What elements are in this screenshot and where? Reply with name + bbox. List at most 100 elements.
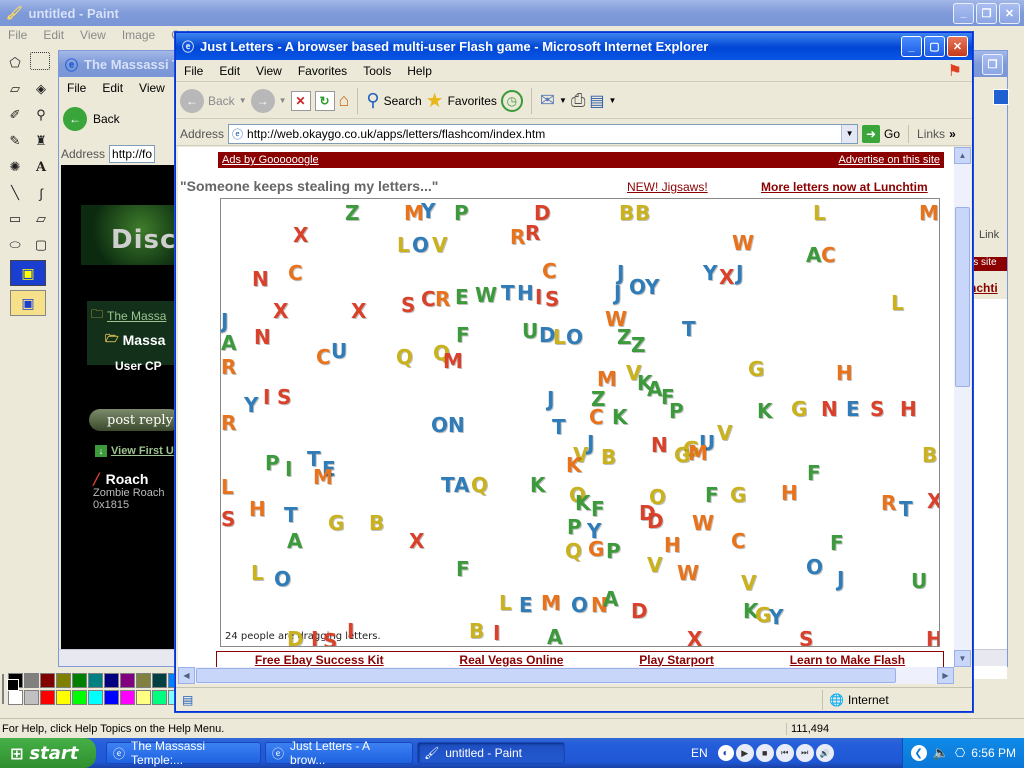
mail-icon[interactable]: ✉ [540,90,555,111]
draggable-letter[interactable]: Z [345,201,359,225]
palette-swatch[interactable] [88,689,103,705]
task-massassi[interactable]: ⓔ The Massassi Temple:... [106,739,261,767]
draggable-letter[interactable]: Y [769,605,784,629]
current-colors[interactable] [2,674,19,704]
right-lunchtime-link[interactable]: nchti [969,281,998,295]
draggable-letter[interactable]: O [566,325,583,349]
start-button[interactable]: ⊞ start [0,738,96,768]
draggable-letter[interactable]: H [664,533,681,557]
draggable-letter[interactable]: D [647,509,664,533]
draggable-letter[interactable]: L [553,325,566,349]
ie-menu-edit[interactable]: Edit [211,64,248,78]
draggable-letter[interactable]: A [287,529,303,553]
user-name[interactable]: Roach [106,471,149,487]
line-icon[interactable]: ╲ [4,182,26,204]
draggable-letter[interactable]: Z [631,333,645,357]
draggable-letter[interactable]: X [719,265,734,289]
ie-menu-view[interactable]: View [248,64,290,78]
media-player-icon[interactable]: ◐ [717,745,734,761]
palette-swatch[interactable] [56,689,71,705]
draggable-letter[interactable]: K [566,453,581,477]
massassi-menu-edit[interactable]: Edit [94,81,131,95]
back-icon[interactable]: ← [180,88,204,113]
paint-menu-image[interactable]: Image [114,28,163,42]
draggable-letter[interactable]: T [899,497,913,521]
draggable-letter[interactable]: Y [645,275,660,299]
text-icon[interactable]: A [30,156,52,178]
draggable-letter[interactable]: O [412,233,429,257]
clock[interactable]: 6:56 PM [971,746,1016,760]
draggable-letter[interactable]: B [601,445,616,469]
scroll-left-icon[interactable]: ◀ [178,667,195,684]
draggable-letter[interactable]: I [311,627,319,646]
color-picker-icon[interactable]: ✐ [4,104,26,126]
draggable-letter[interactable]: K [612,405,627,429]
breadcrumb-link[interactable]: The Massa [107,309,166,323]
draggable-letter[interactable]: H [836,361,853,385]
search-icon[interactable]: ⚲ [366,90,379,111]
draggable-letter[interactable]: V [647,553,663,577]
draggable-letter[interactable]: N [252,267,269,291]
draggable-letter[interactable]: N [254,325,271,349]
draggable-letter[interactable]: R [435,287,450,311]
draggable-letter[interactable]: J [547,387,555,411]
draggable-letter[interactable]: W [677,561,699,585]
draggable-letter[interactable]: X [927,489,939,513]
palette-swatch[interactable] [104,672,119,688]
draggable-letter[interactable]: H [249,497,266,521]
draggable-letter[interactable]: T [501,281,515,305]
draggable-letter[interactable]: N [651,433,668,457]
draggable-letter[interactable]: S [323,629,337,646]
usercp-link[interactable]: User CP [115,359,162,373]
scroll-up-icon[interactable]: ▲ [954,147,971,164]
mail-dropdown-icon[interactable]: ▼ [559,96,567,105]
draggable-letter[interactable]: X [687,627,702,646]
draggable-letter[interactable]: U [331,339,347,363]
address-input[interactable]: ⓔ http://web.okaygo.co.uk/apps/letters/f… [228,123,859,144]
task-paint[interactable]: 🖌 untitled - Paint [417,742,565,764]
draggable-letter[interactable]: H [900,397,917,421]
draggable-letter[interactable]: L [813,201,826,225]
paint-minimize-button[interactable]: _ [953,2,974,24]
draggable-letter[interactable]: V [432,233,448,257]
draggable-letter[interactable]: T [682,317,696,341]
draggable-letter[interactable]: I [263,385,271,409]
draggable-letter[interactable]: Y [703,261,718,285]
draggable-letter[interactable]: E [846,397,860,421]
bottom-link-flash[interactable]: Learn to Make Flash [790,653,905,667]
draggable-letter[interactable]: D [287,627,304,646]
massassi-back-label[interactable]: Back [93,112,120,126]
bottom-link-vegas[interactable]: Real Vegas Online [459,653,563,667]
links-chevron-icon[interactable]: » [949,127,956,141]
draggable-letter[interactable]: E [455,285,469,309]
draggable-letter[interactable]: P [454,201,469,225]
palette-swatch[interactable] [120,689,135,705]
draggable-letter[interactable]: M [443,349,463,373]
draggable-letter[interactable]: X [351,299,366,323]
draggable-letter[interactable]: C [731,529,746,553]
draggable-letter[interactable]: A [806,243,822,267]
back-label[interactable]: Back [208,94,235,108]
draggable-letter[interactable]: G [730,483,746,507]
draggable-letter[interactable]: F [456,323,470,347]
ie-menu-help[interactable]: Help [399,64,440,78]
network-tray-icon[interactable]: ⎔ [955,746,965,760]
draggable-letter[interactable]: I [347,619,355,643]
task-just-letters[interactable]: ⓔ Just Letters - A brow... [265,739,413,767]
bottom-link-starport[interactable]: Play Starport [639,653,714,667]
draggable-letter[interactable]: Q [565,539,582,563]
draggable-letter[interactable]: L [397,233,410,257]
draggable-letter[interactable]: T [284,503,298,527]
palette-swatch[interactable] [56,672,71,688]
draggable-letter[interactable]: S [221,507,235,531]
paint-titlebar[interactable]: 🖌 untitled - Paint _ ❐ ✕ [0,0,1024,26]
home-icon[interactable]: ⌂ [339,90,350,111]
transparent-option-icon[interactable]: ▣ [10,260,46,286]
draggable-letter[interactable]: M [919,201,939,225]
draggable-letter[interactable]: A [603,587,619,611]
brush-icon[interactable]: ♜ [30,130,52,152]
draggable-letter[interactable]: G [748,357,764,381]
draggable-letter[interactable]: B [469,619,484,643]
draggable-letter[interactable]: I [493,621,501,645]
draggable-letter[interactable]: C [421,287,436,311]
